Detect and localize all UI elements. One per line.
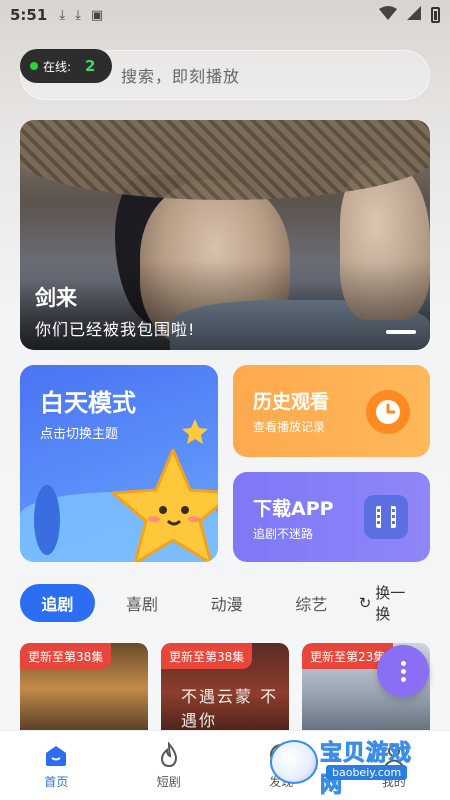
online-dot-icon <box>30 62 38 70</box>
refresh-button[interactable]: ↻ 换一换 <box>359 582 430 624</box>
nav-home[interactable]: 首页 <box>0 731 113 800</box>
download-subtitle: 追剧不迷路 <box>253 527 314 541</box>
dot-icon <box>400 668 406 674</box>
day-mode-title: 白天模式 <box>40 389 136 417</box>
download-icon: ⤓ <box>59 7 66 23</box>
history-title: 历史观看 <box>253 391 330 413</box>
flame-icon <box>156 741 182 768</box>
search-placeholder: 搜索，即刻播放 <box>121 67 241 86</box>
small-star-icon <box>182 419 208 444</box>
category-tabs: 追剧 喜剧 动漫 综艺 ↻ 换一换 <box>20 582 430 624</box>
online-label: 在线: <box>43 59 72 74</box>
tab-comedy[interactable]: 喜剧 <box>105 584 180 622</box>
gamepad-logo-icon <box>270 740 318 784</box>
download-app-card[interactable]: 下载APP 追剧不迷路 <box>233 472 430 562</box>
refresh-label: 换一换 <box>375 584 406 623</box>
download-icon-2: ⤓ <box>75 7 81 23</box>
watermark: 宝贝游戏网 baobeiy.com <box>270 735 430 799</box>
poster-card-2[interactable]: 更新至第38集 不遇云蒙 不遇你 <box>161 643 289 743</box>
status-time: 5:51 <box>10 6 48 24</box>
dot-icon <box>400 676 406 682</box>
battery-icon <box>431 7 440 23</box>
episode-badge: 更新至第38集 <box>161 643 253 669</box>
status-right <box>379 6 440 24</box>
plant-decoration <box>34 485 60 555</box>
signal-icon <box>407 6 421 24</box>
more-fab-button[interactable] <box>377 645 429 697</box>
download-title: 下载APP <box>253 498 334 520</box>
home-icon <box>43 742 69 768</box>
nav-short-drama-label: 短剧 <box>156 774 181 789</box>
nav-home-label: 首页 <box>44 774 69 789</box>
font-icon: ▣ <box>90 7 104 23</box>
film-icon <box>364 495 408 539</box>
hero-banner[interactable]: 剑来 你们已经被我包围啦! <box>20 120 430 350</box>
star-mascot-icon <box>111 448 218 562</box>
day-mode-subtitle: 点击切换主题 <box>40 427 119 442</box>
history-card[interactable]: 历史观看 查看播放记录 <box>233 365 430 457</box>
tab-variety[interactable]: 综艺 <box>274 584 349 622</box>
history-subtitle: 查看播放记录 <box>253 420 326 434</box>
banner-subtitle: 你们已经被我包围啦! <box>35 320 196 339</box>
poster-card-1[interactable]: 更新至第38集 <box>20 643 148 743</box>
dot-icon <box>400 660 406 666</box>
episode-badge: 更新至第38集 <box>20 643 112 669</box>
wifi-icon <box>379 6 397 24</box>
tab-zhuiju[interactable]: 追剧 <box>20 584 95 622</box>
poster-title-art: 不遇云蒙 不遇你 <box>181 687 279 730</box>
clock-icon <box>366 390 410 434</box>
online-count: 2 <box>85 57 96 75</box>
nav-short-drama[interactable]: 短剧 <box>113 731 226 800</box>
online-indicator: 在线: 2 <box>20 49 112 83</box>
watermark-url: baobeiy.com <box>326 765 408 780</box>
status-bar: 5:51 ⤓ ⤓ ▣ <box>0 0 450 30</box>
day-mode-card[interactable]: 白天模式 点击切换主题 <box>20 365 218 562</box>
refresh-icon: ↻ <box>358 594 372 612</box>
tab-anime[interactable]: 动漫 <box>189 584 264 622</box>
banner-title: 剑来 <box>35 286 77 310</box>
banner-indicator <box>386 330 416 334</box>
